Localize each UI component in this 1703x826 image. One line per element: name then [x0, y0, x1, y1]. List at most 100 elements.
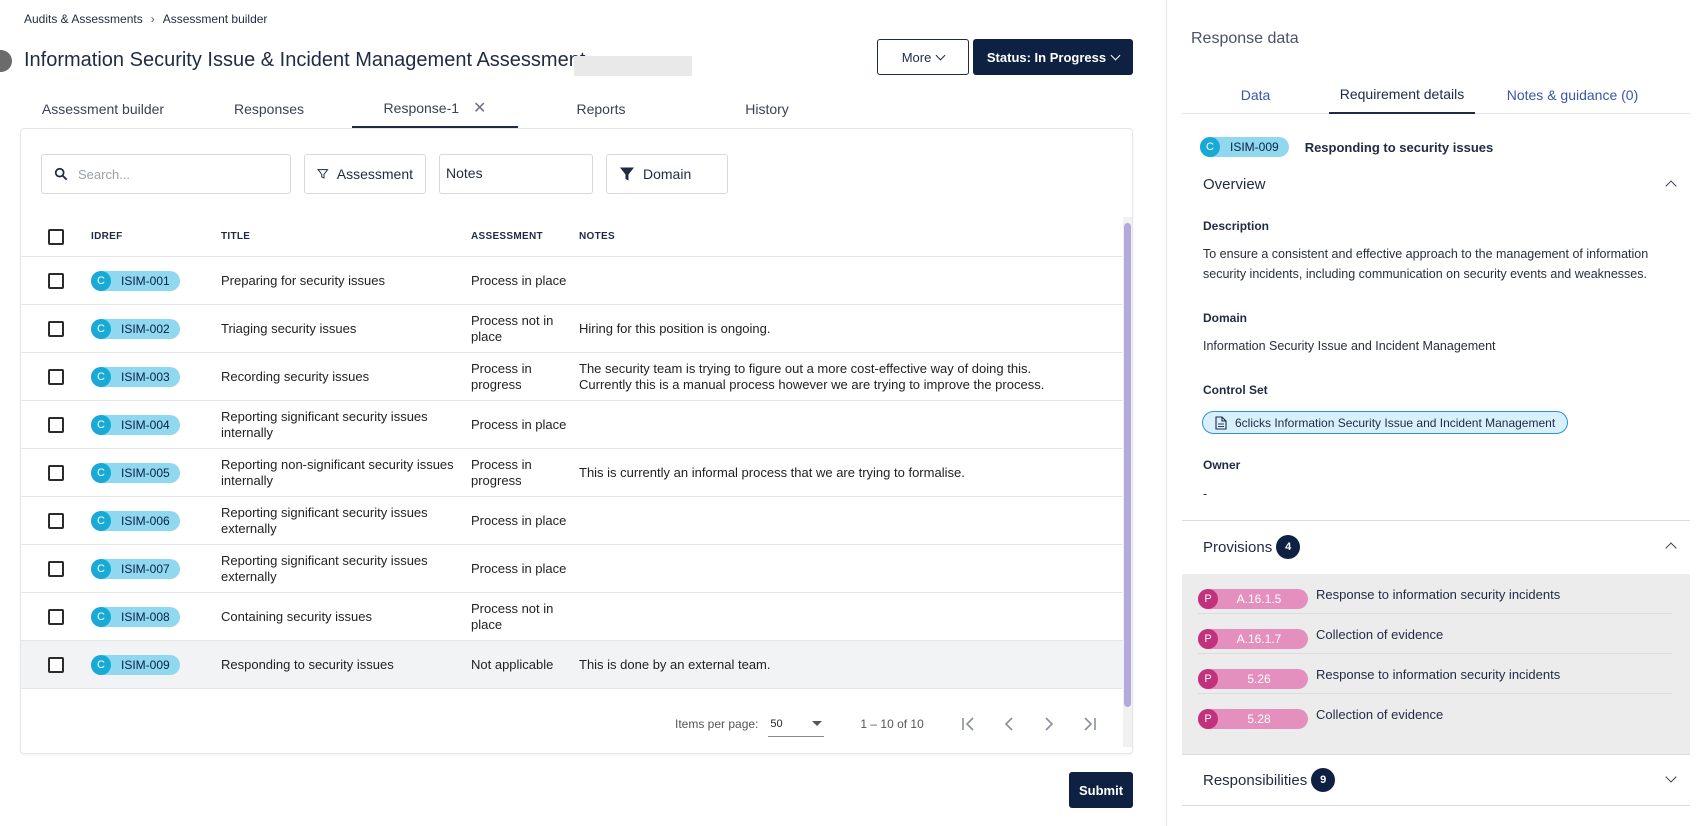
table-row[interactable]: C ISIM-006 Reporting significant security… — [21, 497, 1123, 545]
row-checkbox[interactable] — [48, 608, 64, 625]
next-page-icon[interactable] — [1040, 715, 1058, 733]
row-checkbox[interactable] — [48, 560, 64, 577]
table-row[interactable]: C ISIM-005 Reporting non-significant secu… — [21, 449, 1123, 497]
control-letter: C — [91, 270, 111, 291]
tab-notes-guidance[interactable]: Notes & guidance (0) — [1475, 76, 1670, 114]
row-title: Reporting non-significant security issue… — [221, 456, 454, 488]
provision-item[interactable]: P 5.28 Collection of evidence — [1198, 694, 1672, 734]
control-letter: C — [91, 414, 111, 435]
control-letter: C — [91, 654, 111, 675]
assessment-filter-button[interactable]: Assessment — [304, 154, 426, 194]
section-divider — [1182, 805, 1690, 806]
responses-table: IDREF TITLE ASSESSMENT NOTES C ISIM-001 P… — [21, 217, 1123, 689]
row-checkbox[interactable] — [48, 416, 64, 433]
row-title: Triaging security issues — [221, 320, 357, 336]
control-id-pill: C ISIM-002 — [91, 318, 180, 339]
tab-assessment-builder[interactable]: Assessment builder — [20, 90, 186, 128]
close-icon[interactable]: ✕ — [473, 98, 486, 118]
row-checkbox[interactable] — [48, 368, 64, 385]
pane-divider — [1166, 0, 1167, 826]
column-header-idref[interactable]: IDREF — [91, 231, 221, 242]
chevron-down-icon — [1665, 771, 1677, 783]
breadcrumb-parent-link[interactable]: Audits & Assessments — [24, 12, 143, 26]
provision-item[interactable]: P A.16.1.7 Collection of evidence — [1198, 614, 1672, 654]
owner-label: Owner — [1203, 458, 1241, 472]
paginator: Items per page: 50 1 – 10 of 10 — [675, 709, 1098, 739]
provision-item[interactable]: P A.16.1.5 Response to information securi… — [1198, 574, 1672, 614]
control-letter: C — [91, 366, 111, 387]
status-button[interactable]: Status: In Progress — [973, 39, 1133, 75]
search-input[interactable]: Search... — [41, 154, 291, 194]
table-row[interactable]: C ISIM-003 Recording security issues Proc… — [21, 353, 1123, 401]
back-button[interactable] — [0, 50, 12, 72]
provision-text: Response to information security inciden… — [1316, 667, 1561, 682]
control-letter: C — [91, 606, 111, 627]
row-checkbox[interactable] — [48, 272, 64, 289]
table-row-selected[interactable]: C ISIM-009 Responding to security issues … — [21, 641, 1123, 689]
row-notes: This is currently an informal process th… — [579, 464, 965, 480]
submit-button[interactable]: Submit — [1069, 772, 1133, 808]
table-header: IDREF TITLE ASSESSMENT NOTES — [21, 217, 1123, 257]
tab-data[interactable]: Data — [1182, 76, 1329, 114]
responses-card: Search... Assessment Notes Domain IDREF … — [20, 128, 1133, 754]
provisions-section-header[interactable]: Provisions 4 — [1203, 535, 1689, 559]
tab-requirement-details[interactable]: Requirement details — [1329, 76, 1475, 114]
control-letter: C — [91, 558, 111, 579]
last-page-icon[interactable] — [1080, 715, 1098, 733]
requirement-id: ISIM-009 — [1230, 140, 1279, 154]
column-header-title[interactable]: TITLE — [221, 229, 471, 245]
domain-text: Information Security Issue and Incident … — [1203, 339, 1496, 353]
tab-history[interactable]: History — [684, 90, 850, 128]
select-all-checkbox[interactable] — [48, 228, 64, 245]
row-assessment: Process in progress — [471, 456, 532, 488]
filter-outline-icon — [317, 169, 329, 179]
provisions-heading: Provisions — [1203, 538, 1273, 556]
table-row[interactable]: C ISIM-001 Preparing for security issues … — [21, 257, 1123, 305]
provision-item[interactable]: P 5.26 Response to information security i… — [1198, 654, 1672, 694]
control-id-pill: C ISIM-003 — [91, 366, 180, 387]
control-id: ISIM-005 — [121, 465, 170, 480]
row-checkbox[interactable] — [48, 512, 64, 529]
control-set-chip[interactable]: 6clicks Information Security Issue and I… — [1202, 411, 1569, 434]
table-row[interactable]: C ISIM-007 Reporting significant security… — [21, 545, 1123, 593]
more-button[interactable]: More — [877, 39, 969, 75]
column-header-assessment[interactable]: ASSESSMENT — [471, 229, 579, 245]
row-title: Reporting significant security issues in… — [221, 408, 428, 440]
provisions-list: P A.16.1.5 Response to information securi… — [1182, 574, 1690, 754]
row-checkbox[interactable] — [48, 464, 64, 481]
owner-value: - — [1203, 487, 1208, 501]
responsibilities-section-header[interactable]: Responsibilities 9 — [1203, 768, 1689, 792]
scrollbar-thumb[interactable] — [1124, 223, 1131, 707]
tab-responses[interactable]: Responses — [186, 90, 352, 128]
table-row[interactable]: C ISIM-008 Containing security issues Pro… — [21, 593, 1123, 641]
table-row[interactable]: C ISIM-004 Reporting significant security… — [21, 401, 1123, 449]
table-row[interactable]: C ISIM-002 Triaging security issues Proce… — [21, 305, 1123, 353]
previous-page-icon[interactable] — [1000, 715, 1018, 733]
tab-bar: Assessment builder Responses Response-1 … — [20, 90, 1133, 128]
overview-section-header[interactable]: Overview — [1203, 176, 1689, 193]
row-assessment: Process in place — [471, 560, 567, 576]
panel-title: Response data — [1191, 30, 1299, 47]
first-page-icon[interactable] — [960, 715, 978, 733]
overview-heading: Overview — [1203, 176, 1266, 193]
row-checkbox[interactable] — [48, 320, 64, 337]
domain-filter-button[interactable]: Domain — [606, 154, 728, 194]
control-id-pill: C ISIM-004 — [91, 414, 180, 435]
notes-filter-input[interactable]: Notes — [439, 154, 593, 194]
control-id-pill: C ISIM-001 — [91, 270, 180, 291]
items-per-page-select[interactable]: 50 — [768, 711, 825, 737]
tab-reports[interactable]: Reports — [518, 90, 684, 128]
items-per-page-label: Items per page: — [675, 717, 759, 731]
notes-filter-label: Notes — [446, 165, 483, 181]
control-letter: C — [91, 462, 111, 483]
provision-text: Collection of evidence — [1316, 707, 1444, 722]
chevron-up-icon — [1665, 180, 1677, 192]
tab-response-1[interactable]: Response-1 ✕ — [352, 90, 518, 128]
section-divider — [1182, 754, 1690, 755]
search-placeholder: Search... — [78, 166, 131, 182]
chevron-down-icon — [935, 50, 946, 60]
row-checkbox[interactable] — [48, 656, 64, 673]
column-header-notes[interactable]: NOTES — [579, 229, 1123, 245]
control-set-label: Control Set — [1203, 383, 1268, 397]
filter-icon — [620, 167, 634, 181]
